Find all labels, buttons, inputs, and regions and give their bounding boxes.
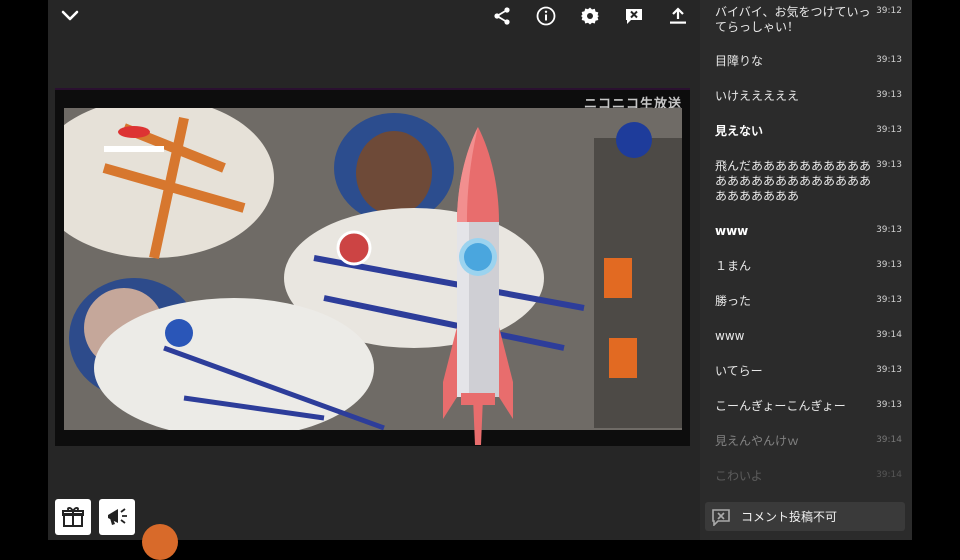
comment-text: いてらー — [715, 364, 763, 378]
gift-icon[interactable] — [55, 499, 91, 535]
comment-time: 39:13 — [876, 90, 902, 100]
comment-time: 39:13 — [876, 260, 902, 270]
comment-time: 39:13 — [876, 225, 902, 235]
bottom-action-buttons — [55, 499, 135, 535]
comment-status-label: コメント投稿不可 — [741, 510, 838, 524]
comment-time: 39:13 — [876, 400, 902, 410]
comment-text: 見えんやんけｗ — [715, 434, 800, 448]
comment-time: 39:14 — [876, 435, 902, 445]
upload-icon[interactable] — [656, 4, 700, 28]
comment-time: 39:12 — [876, 6, 902, 16]
comment-text: 勝った — [715, 294, 752, 308]
comment-text: www — [715, 329, 745, 343]
comment-disabled-icon — [711, 508, 731, 527]
comment-time: 39:13 — [876, 125, 902, 135]
chevron-down-icon[interactable] — [60, 6, 80, 26]
megaphone-icon[interactable] — [99, 499, 135, 535]
comment-text: www — [715, 224, 749, 238]
comment-time: 39:13 — [876, 365, 902, 375]
close-comments-icon[interactable] — [612, 4, 656, 28]
rocket-gift-animation — [443, 127, 513, 445]
info-icon[interactable] — [524, 4, 568, 28]
comment-text: 飛んだああああああああああああああああああああああああああああああ — [715, 159, 872, 203]
comment-panel: バイバイ、お気をつけていってらっしゃい！ 39:12 目障りな 39:13 いけ… — [700, 0, 912, 540]
comment-time: 39:13 — [876, 295, 902, 305]
video-player: ニコニコ生放送 — [48, 0, 700, 560]
comment-text: こーんぎょーこんぎょー — [715, 399, 846, 413]
player-toolbar — [480, 4, 700, 28]
share-icon[interactable] — [480, 4, 524, 28]
comment-time: 39:14 — [876, 330, 902, 340]
left-letterbox — [0, 0, 48, 540]
comment-post-status: コメント投稿不可 — [705, 502, 905, 531]
comment-text: 見えない — [715, 124, 764, 138]
comment-time: 39:14 — [876, 470, 902, 480]
comment-text: 目障りな — [715, 54, 764, 68]
comment-text: いけえええええ — [715, 89, 800, 103]
video-frame[interactable]: ニコニコ生放送 — [55, 88, 690, 446]
right-letterbox — [912, 0, 960, 540]
comment-text: １まん — [715, 259, 752, 273]
comment-text: バイバイ、お気をつけていってらっしゃい！ — [715, 5, 871, 34]
settings-gear-icon[interactable] — [568, 4, 612, 28]
comment-time: 39:13 — [876, 55, 902, 65]
comment-time: 39:13 — [876, 160, 902, 170]
comment-text: こわいよ — [715, 469, 763, 483]
astronaut-cabin-image — [64, 108, 682, 430]
avatar-orb — [142, 524, 178, 560]
